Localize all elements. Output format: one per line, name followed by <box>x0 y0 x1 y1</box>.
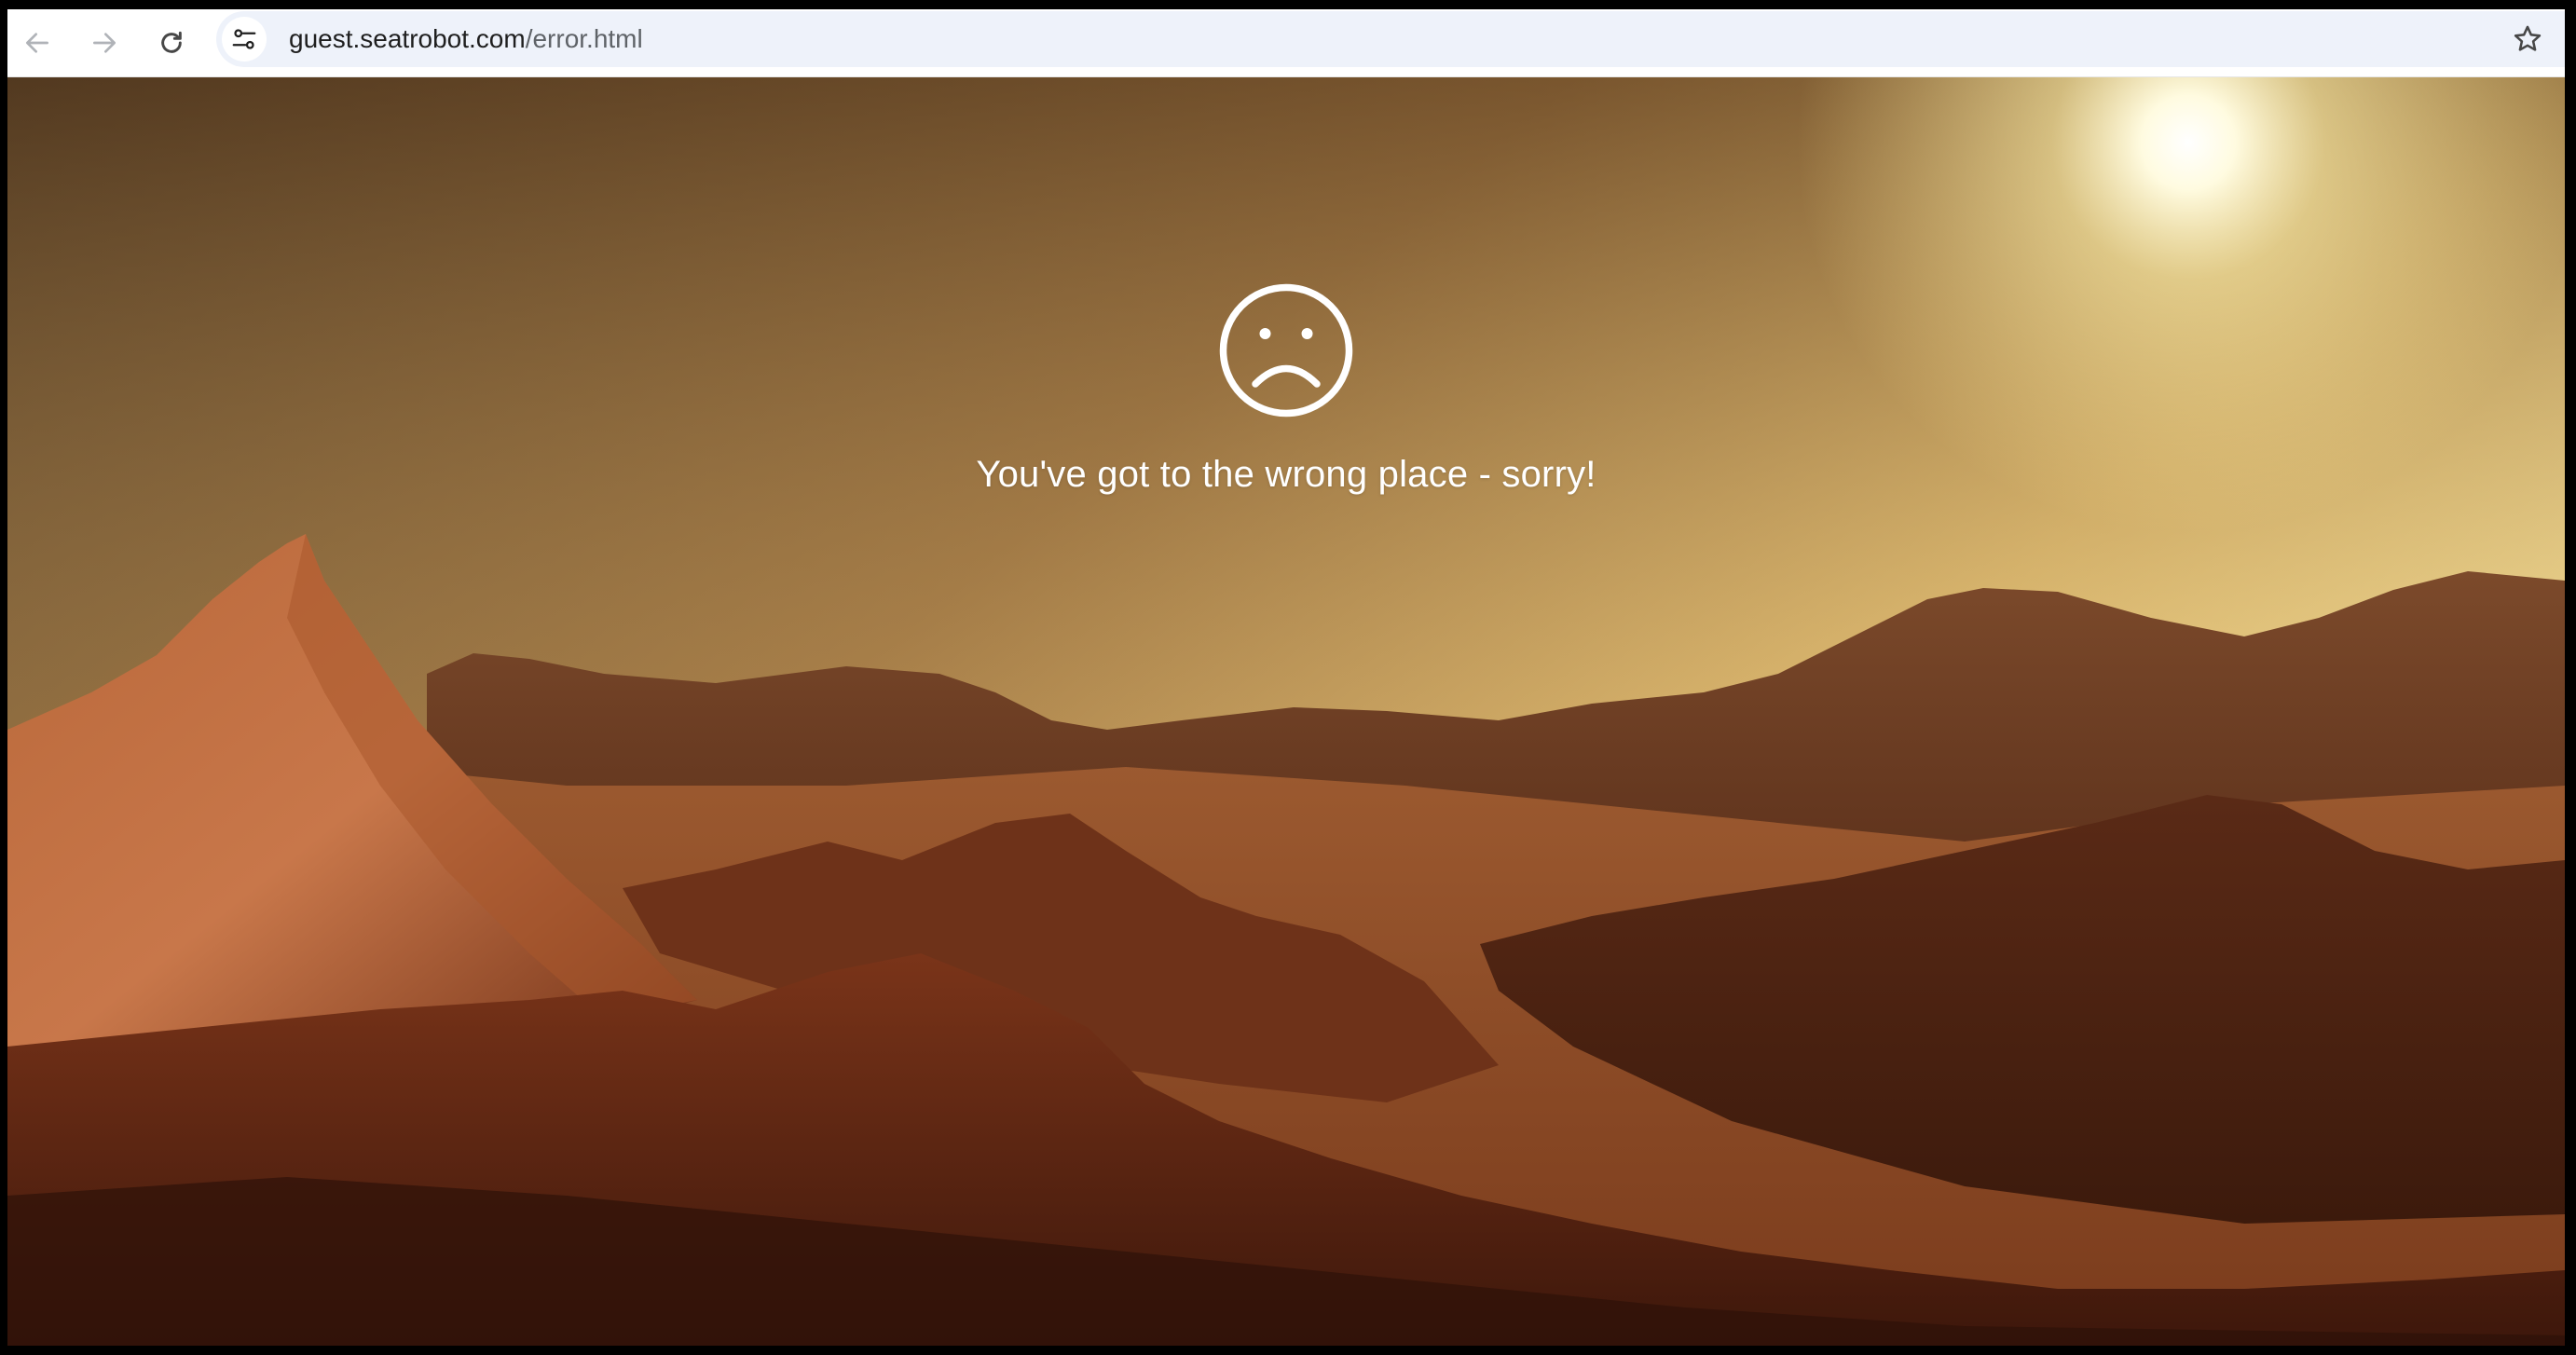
browser-window: guest.seatrobot.com/error.html You've go… <box>7 9 2565 1346</box>
sad-face-icon <box>1219 283 1353 417</box>
star-icon <box>2514 25 2542 51</box>
url-host: guest.seatrobot.com <box>289 24 526 53</box>
arrow-right-icon <box>93 33 116 53</box>
tune-icon <box>232 29 256 49</box>
browser-toolbar: guest.seatrobot.com/error.html <box>7 9 2565 77</box>
error-message-text: You've got to the wrong place - sorry! <box>976 454 1596 495</box>
bookmark-button[interactable] <box>2505 17 2550 62</box>
reload-icon <box>161 31 182 53</box>
site-info-button[interactable] <box>222 17 267 62</box>
url-path: /error.html <box>525 24 643 53</box>
back-button[interactable] <box>11 17 63 69</box>
address-bar[interactable]: guest.seatrobot.com/error.html <box>216 11 2565 67</box>
page-viewport: You've got to the wrong place - sorry! <box>7 77 2565 1346</box>
mars-landscape-background <box>7 77 2565 1346</box>
reload-button[interactable] <box>145 17 198 69</box>
forward-button[interactable] <box>78 17 130 69</box>
url-text[interactable]: guest.seatrobot.com/error.html <box>289 11 643 67</box>
arrow-left-icon <box>26 33 48 53</box>
